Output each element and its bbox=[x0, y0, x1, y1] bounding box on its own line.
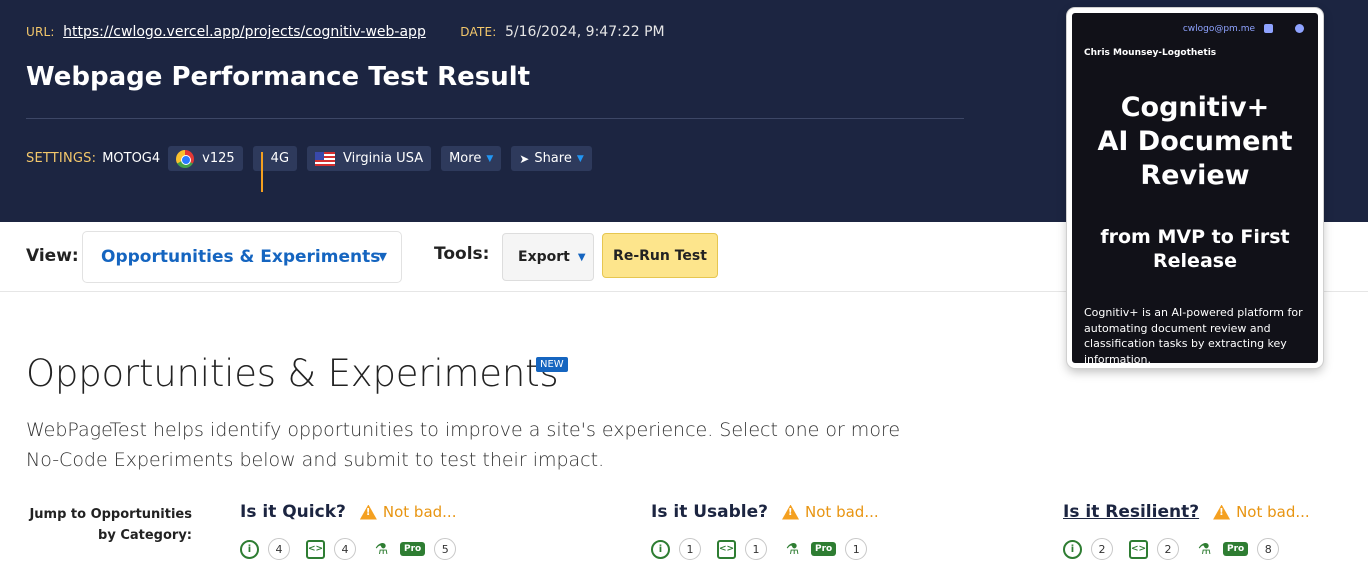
observations-icon: i bbox=[1063, 539, 1082, 559]
export-button[interactable]: Export ▼ bbox=[502, 233, 594, 281]
category-title[interactable]: Is it Resilient? bbox=[1063, 502, 1199, 522]
pro-badge: Pro bbox=[1223, 542, 1249, 556]
section-intro: WebPageTest helps identify opportunities… bbox=[26, 419, 901, 471]
linkedin-icon[interactable] bbox=[1264, 24, 1273, 33]
flask-icon: ⚗ bbox=[1197, 540, 1212, 558]
device-name: MOTOG4 bbox=[102, 151, 161, 166]
observations-count: 4 bbox=[268, 538, 290, 560]
connection-type: 4G bbox=[270, 151, 290, 166]
view-select-value: Opportunities & Experiments bbox=[101, 247, 381, 267]
header-divider bbox=[26, 118, 964, 119]
jump-to-label: Jump to Opportunities by Category: bbox=[29, 507, 192, 543]
date-label: DATE: bbox=[460, 25, 497, 39]
warning-icon bbox=[782, 504, 800, 520]
caret-down-icon: ▼ bbox=[577, 251, 586, 263]
location-pill: Virginia USA bbox=[307, 146, 432, 171]
card-title-line: Review bbox=[1140, 160, 1250, 191]
warning-icon bbox=[359, 504, 377, 520]
signal-bars-icon bbox=[260, 151, 263, 192]
github-icon[interactable] bbox=[1295, 24, 1304, 33]
connection-pill: 4G bbox=[252, 146, 298, 192]
pro-experiments-count: 1 bbox=[845, 538, 868, 560]
category-verdict: Not bad... bbox=[1236, 503, 1310, 521]
observations-count: 1 bbox=[679, 538, 701, 560]
card-subtitle-line: from MVP to First bbox=[1100, 226, 1290, 248]
card-subtitle-line: Release bbox=[1153, 250, 1237, 272]
experiments-icon: <> bbox=[717, 539, 736, 559]
flask-icon: ⚗ bbox=[785, 540, 800, 558]
card-description: Cognitiv+ is an AI-powered platform for … bbox=[1084, 306, 1303, 366]
tools-label: Tools: bbox=[434, 244, 490, 264]
card-title-line: Cognitiv+ bbox=[1120, 92, 1270, 123]
warning-icon bbox=[1213, 504, 1231, 520]
card-subtitle: from MVP to First Release bbox=[1072, 225, 1318, 273]
experiments-icon: <> bbox=[306, 539, 325, 559]
category-title[interactable]: Is it Usable? bbox=[651, 502, 768, 522]
url-row: URL: https://cwlogo.vercel.app/projects/… bbox=[26, 24, 665, 40]
view-select[interactable]: Opportunities & Experiments ▼ bbox=[82, 231, 402, 283]
url-label: URL: bbox=[26, 25, 55, 39]
observations-icon: i bbox=[240, 539, 259, 559]
card-title-line: AI Document bbox=[1097, 126, 1293, 157]
caret-down-icon: ▼ bbox=[576, 153, 584, 164]
new-badge: NEW bbox=[536, 357, 568, 372]
category-resilient: Is it Resilient? Not bad... i 2 <> 2 ⚗ P… bbox=[1063, 502, 1310, 560]
experiments-count: 4 bbox=[334, 538, 356, 560]
pro-badge: Pro bbox=[400, 542, 426, 556]
category-quick: Is it Quick? Not bad... i 4 <> 4 ⚗ Pro 5 bbox=[240, 502, 472, 560]
us-flag-icon bbox=[315, 151, 336, 166]
experiments-count: 2 bbox=[1157, 538, 1179, 560]
category-verdict: Not bad... bbox=[382, 503, 457, 521]
test-date: 5/16/2024, 9:47:22 PM bbox=[505, 24, 665, 40]
share-label: Share bbox=[534, 151, 572, 166]
project-card[interactable]: cwlogo@pm.me Chris Mounsey-Logothetis Co… bbox=[1067, 8, 1323, 368]
section-title: Opportunities & Experiments bbox=[26, 352, 559, 395]
category-usable: Is it Usable? Not bad... i 1 <> 1 ⚗ Pro … bbox=[651, 502, 883, 560]
more-button[interactable]: More ▼ bbox=[441, 146, 502, 171]
share-button[interactable]: ➤ Share ▼ bbox=[511, 146, 592, 171]
view-label: View: bbox=[26, 246, 79, 266]
settings-label: SETTINGS: bbox=[26, 151, 97, 166]
page-title: Webpage Performance Test Result bbox=[26, 62, 531, 92]
caret-down-icon: ▼ bbox=[378, 250, 387, 263]
more-label: More bbox=[449, 151, 482, 166]
caret-down-icon: ▼ bbox=[486, 153, 494, 164]
pro-experiments-count: 5 bbox=[434, 538, 457, 560]
test-location: Virginia USA bbox=[343, 151, 424, 166]
category-verdict: Not bad... bbox=[805, 503, 879, 521]
card-email[interactable]: cwlogo@pm.me bbox=[1183, 24, 1255, 34]
rerun-test-button[interactable]: Re-Run Test bbox=[602, 233, 718, 278]
pro-experiments-count: 8 bbox=[1257, 538, 1280, 560]
tested-url-link[interactable]: https://cwlogo.vercel.app/projects/cogni… bbox=[63, 24, 426, 40]
observations-count: 2 bbox=[1091, 538, 1113, 560]
observations-icon: i bbox=[651, 539, 670, 559]
experiments-count: 1 bbox=[745, 538, 767, 560]
browser-pill: v125 bbox=[168, 146, 243, 171]
browser-version: v125 bbox=[202, 151, 235, 166]
flask-icon: ⚗ bbox=[374, 540, 389, 558]
category-title[interactable]: Is it Quick? bbox=[240, 502, 346, 522]
pro-badge: Pro bbox=[811, 542, 837, 556]
card-title: Cognitiv+ AI Document Review bbox=[1072, 91, 1318, 193]
chrome-icon bbox=[176, 149, 195, 168]
card-author: Chris Mounsey-Logothetis bbox=[1084, 48, 1217, 58]
experiments-icon: <> bbox=[1129, 539, 1148, 559]
send-icon: ➤ bbox=[519, 151, 530, 166]
settings-row: SETTINGS: MOTOG4 v125 4G Virginia USA Mo… bbox=[26, 146, 602, 192]
export-label: Export bbox=[518, 249, 570, 265]
